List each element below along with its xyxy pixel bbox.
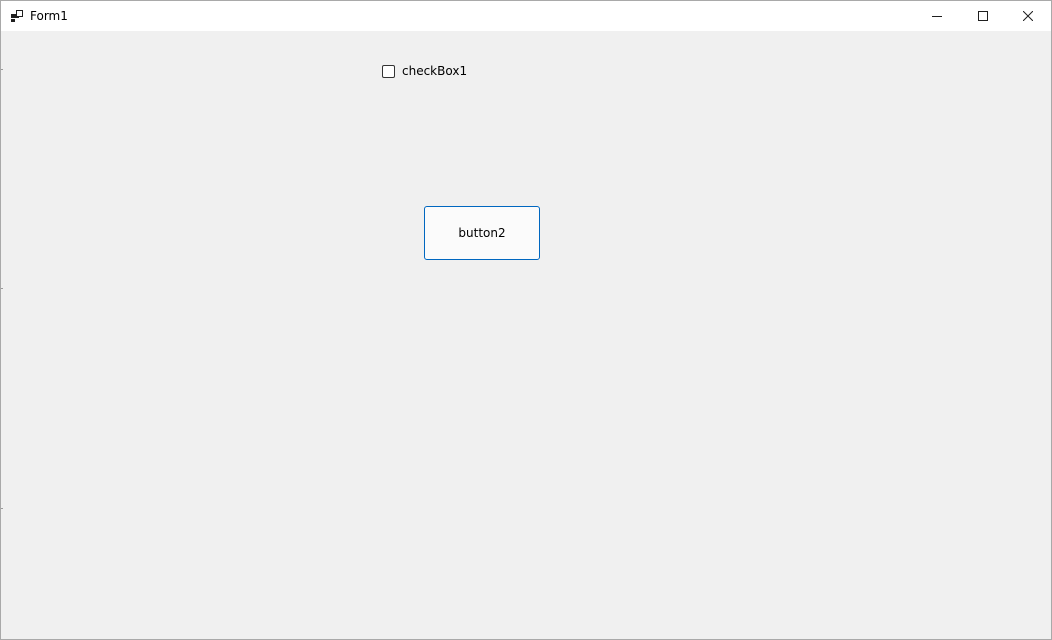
maximize-button[interactable] (960, 1, 1006, 31)
title-bar[interactable]: Form1 (1, 1, 1051, 31)
edge-mark (1, 69, 3, 70)
checkbox-box[interactable] (382, 64, 395, 78)
checkbox-1[interactable]: checkBox1 (382, 63, 467, 79)
minimize-icon (932, 16, 942, 17)
maximize-icon (978, 11, 988, 21)
app-window: Form1 checkBox1 button2 (0, 0, 1052, 640)
close-button[interactable] (1005, 1, 1051, 31)
window-title: Form1 (30, 9, 68, 23)
checkbox-label[interactable]: checkBox1 (402, 63, 467, 79)
close-icon (1023, 11, 1033, 21)
minimize-button[interactable] (914, 1, 960, 31)
edge-mark (1, 288, 3, 289)
edge-mark (1, 508, 3, 509)
form-client-area: checkBox1 button2 (1, 31, 1051, 639)
form-icon (11, 10, 23, 22)
button-2[interactable]: button2 (424, 206, 540, 260)
